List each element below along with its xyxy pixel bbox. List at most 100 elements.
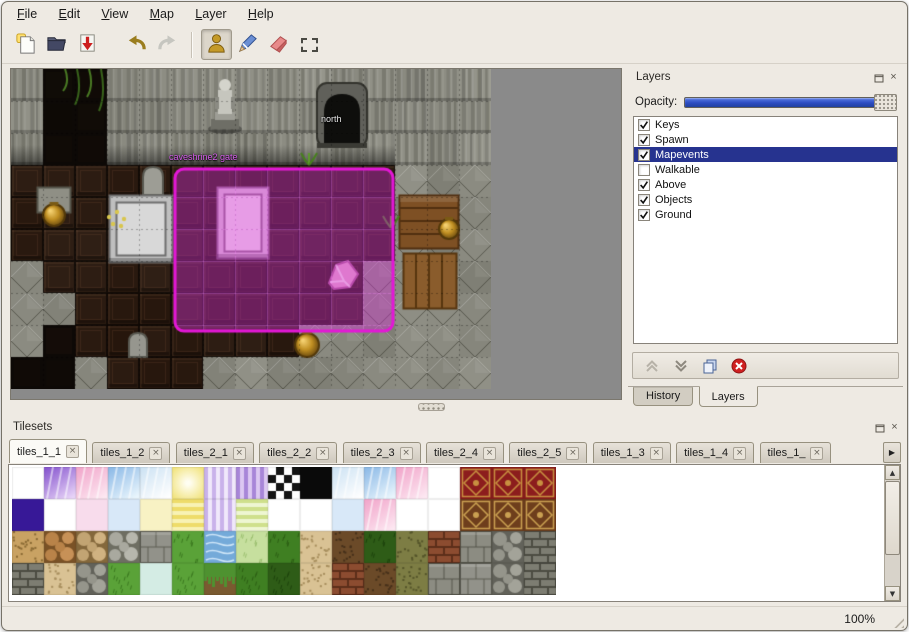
layer-name: Spawn	[655, 134, 689, 146]
tileset-scrollbar[interactable]: ▲ ▼	[884, 465, 900, 601]
splitter-handle[interactable]	[418, 403, 445, 411]
arrow-up-icon: ▲	[890, 469, 895, 477]
zoom-level: 100%	[844, 612, 875, 626]
layer-name: Mapevents	[655, 149, 709, 161]
fill-tool-button[interactable]	[232, 29, 263, 60]
layer-visible-checkbox[interactable]	[638, 149, 650, 161]
close-tab-icon[interactable]: ×	[316, 447, 329, 460]
ink-fill-icon	[236, 32, 259, 58]
layer-row-above[interactable]: Above	[634, 177, 897, 192]
tileset-tab-tiles_2_4[interactable]: tiles_2_4×	[426, 442, 504, 463]
tileset-tab-tiles_2_1[interactable]: tiles_2_1×	[176, 442, 254, 463]
duplicate-layer-button[interactable]	[701, 357, 719, 375]
layer-row-keys[interactable]: Keys	[634, 117, 897, 132]
layer-list: Keys Spawn Mapevents Walkable Above Obje…	[633, 116, 898, 344]
tab-history[interactable]: History	[633, 387, 693, 406]
map-event-label-caveshrine: caveshrine2 gate	[169, 152, 238, 162]
tileset-tab-tiles_1_2[interactable]: tiles_1_2×	[92, 442, 170, 463]
layer-visible-checkbox[interactable]	[638, 194, 650, 206]
tab-scroll-right-button[interactable]: ▶	[883, 442, 901, 463]
map-canvas[interactable]	[11, 69, 491, 389]
layer-row-objects[interactable]: Objects	[634, 192, 897, 207]
menu-layer[interactable]: Layer	[186, 5, 235, 23]
stamp-tool-button[interactable]	[201, 29, 232, 60]
layer-visible-checkbox[interactable]	[638, 119, 650, 131]
float-panel-icon[interactable]	[872, 71, 885, 84]
new-map-button[interactable]	[10, 29, 41, 60]
tileset-tab-tiles_1_1[interactable]: tiles_1_1×	[9, 439, 87, 463]
layer-visible-checkbox[interactable]	[638, 164, 650, 176]
map-view: north caveshrine2 gate	[10, 68, 622, 400]
tileset-tab-strip: tiles_1_1× tiles_1_2× tiles_2_1× tiles_2…	[8, 438, 880, 464]
layer-row-spawn[interactable]: Spawn	[634, 132, 897, 147]
opacity-slider-handle[interactable]	[874, 94, 897, 111]
menu-edit[interactable]: Edit	[50, 5, 90, 23]
rect-select-icon	[301, 38, 318, 52]
close-tab-icon[interactable]: ×	[810, 447, 823, 460]
layer-visible-checkbox[interactable]	[638, 134, 650, 146]
menu-map[interactable]: Map	[141, 5, 183, 23]
redo-icon	[156, 32, 179, 58]
close-tab-icon[interactable]: ×	[566, 447, 579, 460]
tileset-view: ▲ ▼	[8, 464, 901, 602]
tab-layers[interactable]: Layers	[699, 386, 758, 407]
layer-row-mapevents[interactable]: Mapevents	[634, 147, 897, 162]
toolbar-separator	[191, 32, 193, 58]
close-tab-icon[interactable]: ×	[400, 447, 413, 460]
dock-tab-bar: History Layers	[628, 386, 903, 413]
close-tab-icon[interactable]: ×	[66, 445, 79, 458]
float-panel-icon[interactable]	[873, 421, 886, 434]
scroll-down-button[interactable]: ▼	[885, 586, 900, 601]
eraser-tool-button[interactable]	[263, 29, 294, 60]
layers-panel-title: Layers ×	[628, 68, 903, 88]
chevron-up-icon	[644, 358, 660, 374]
layer-name: Above	[655, 179, 686, 191]
undo-button[interactable]	[121, 29, 152, 60]
tileset-tab-tiles_2_3[interactable]: tiles_2_3×	[343, 442, 421, 463]
scrollbar-thumb[interactable]	[885, 481, 900, 555]
tileset-tab-tiles_1_5[interactable]: tiles_1_×	[760, 442, 832, 463]
layers-panel: Layers × Opacity: Keys Spawn Mapevents	[628, 68, 903, 414]
lower-layer-button[interactable]	[672, 357, 690, 375]
layer-row-walkable[interactable]: Walkable	[634, 162, 897, 177]
layers-panel-title-text: Layers	[636, 71, 671, 83]
map-event-label-north: north	[321, 114, 342, 124]
tileset-tab-tiles_1_3[interactable]: tiles_1_3×	[593, 442, 671, 463]
menu-view[interactable]: View	[92, 5, 137, 23]
close-tab-icon[interactable]: ×	[233, 447, 246, 460]
opacity-slider[interactable]	[684, 97, 897, 108]
save-map-button[interactable]	[72, 29, 103, 60]
layer-name: Objects	[655, 194, 692, 206]
tileset-canvas[interactable]	[12, 467, 556, 595]
select-tool-button[interactable]	[294, 29, 325, 60]
menu-help[interactable]: Help	[239, 5, 283, 23]
menu-file[interactable]: File	[8, 5, 46, 23]
layer-visible-checkbox[interactable]	[638, 209, 650, 221]
close-tab-icon[interactable]: ×	[149, 447, 162, 460]
tileset-tab-tiles_2_5[interactable]: tiles_2_5×	[509, 442, 587, 463]
delete-layer-button[interactable]	[730, 357, 748, 375]
resize-grip[interactable]	[890, 614, 904, 628]
save-icon	[76, 32, 99, 58]
tileset-tab-tiles_1_4[interactable]: tiles_1_4×	[676, 442, 754, 463]
open-map-button[interactable]	[41, 29, 72, 60]
tilesets-panel: Tilesets × tiles_1_1× tiles_1_2× tiles_2…	[5, 418, 904, 604]
tileset-tab-tiles_2_2[interactable]: tiles_2_2×	[259, 442, 337, 463]
close-tab-icon[interactable]: ×	[650, 447, 663, 460]
close-tab-icon[interactable]: ×	[483, 447, 496, 460]
close-tab-icon[interactable]: ×	[733, 447, 746, 460]
chevron-down-icon	[673, 358, 689, 374]
layer-visible-checkbox[interactable]	[638, 179, 650, 191]
raise-layer-button[interactable]	[643, 357, 661, 375]
duplicate-icon	[702, 358, 718, 374]
eraser-icon	[267, 32, 290, 58]
redo-button[interactable]	[152, 29, 183, 60]
delete-icon	[731, 358, 747, 374]
layer-row-ground[interactable]: Ground	[634, 207, 897, 222]
opacity-label: Opacity:	[635, 96, 677, 108]
tilesets-panel-title: Tilesets ×	[5, 418, 904, 438]
scroll-up-button[interactable]: ▲	[885, 465, 900, 480]
close-panel-icon[interactable]: ×	[887, 71, 900, 84]
close-panel-icon[interactable]: ×	[888, 421, 901, 434]
tilesets-panel-title-text: Tilesets	[13, 421, 52, 433]
